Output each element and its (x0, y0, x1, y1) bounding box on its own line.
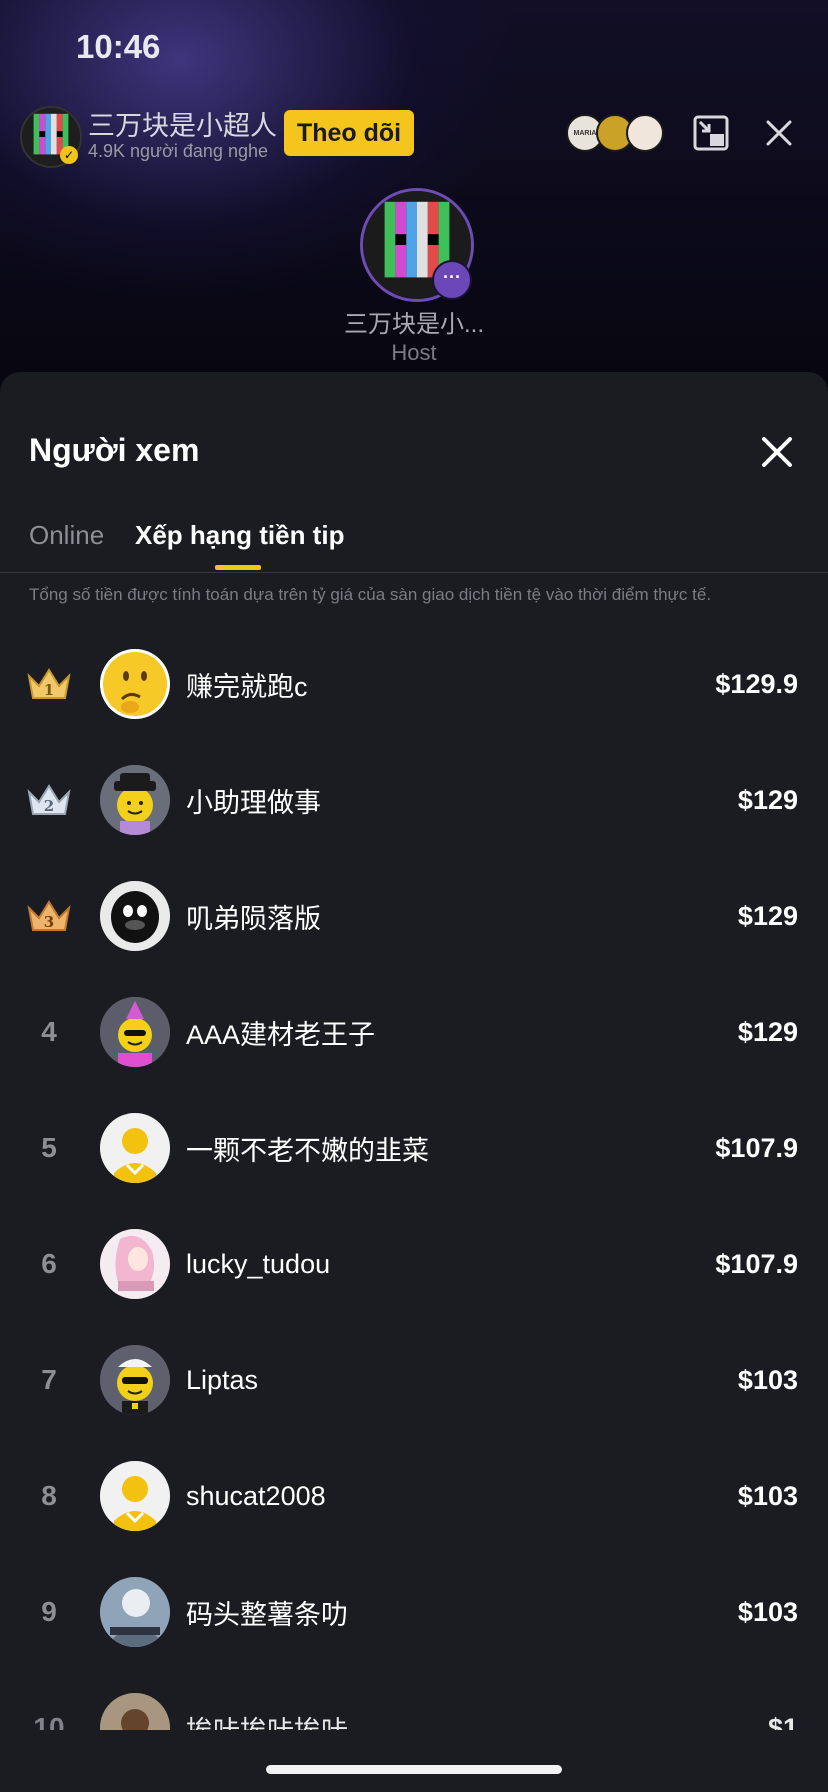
silver-crown-icon: 2 (27, 784, 71, 815)
tip-amount: $107.9 (715, 1248, 798, 1279)
user-avatar (100, 997, 170, 1067)
listener-count: 4.9K người đang nghe (88, 141, 268, 161)
ranking-note: Tổng số tiền được tính toán dựa trên tỷ … (29, 585, 712, 604)
ranking-row[interactable]: 9 码头整薯条叻 $103 (0, 1554, 828, 1670)
close-icon[interactable] (757, 432, 797, 472)
sunglasses-smiley-icon (100, 1345, 170, 1415)
gold-crown-icon: 1 (27, 668, 71, 699)
rank-number: 7 (41, 1364, 57, 1395)
tip-amount: $129 (737, 1016, 798, 1047)
follow-button[interactable]: Theo dõi (284, 110, 414, 156)
default-avatar-icon (100, 1461, 170, 1531)
host-name[interactable]: 三万块是小超人 (88, 104, 277, 143)
hat-smiley-icon (100, 765, 170, 835)
rank-crown: 3 (20, 858, 78, 974)
user-name: shucat2008 (186, 1480, 326, 1511)
rank-number: 4 (41, 1016, 57, 1047)
home-indicator[interactable] (266, 1765, 562, 1774)
rank-number: 10 (33, 1712, 65, 1730)
ranking-row[interactable]: 2 小助理做事 $129 (0, 742, 828, 858)
bronze-crown-icon: 3 (27, 900, 71, 931)
tip-amount: $103 (737, 1364, 798, 1395)
ranking-row[interactable]: 1 赚完就跑c $129.9 (0, 626, 828, 742)
tab-online[interactable]: Online (29, 520, 104, 551)
ranking-row[interactable]: 10 挨咔挨咔挨咔 $1 (0, 1670, 828, 1730)
default-avatar-icon (100, 1113, 170, 1183)
minimize-icon[interactable] (692, 114, 730, 152)
viewer-avatar (626, 114, 664, 152)
tip-amount: $129 (737, 900, 798, 931)
user-name: 小助理做事 (186, 787, 321, 818)
rank-crown: 1 (20, 626, 78, 742)
tab-tip-ranking[interactable]: Xếp hạng tiền tip (135, 520, 344, 551)
user-name: 叽弟陨落版 (186, 903, 321, 934)
user-avatar (100, 765, 170, 835)
user-name: 挨咔挨咔挨咔 (186, 1670, 348, 1731)
more-options-badge[interactable]: ··· (432, 260, 472, 300)
active-tab-indicator (215, 565, 261, 570)
user-avatar (100, 1693, 170, 1730)
user-avatar (100, 881, 170, 951)
ranking-row[interactable]: 3 叽弟陨落版 $129 (0, 858, 828, 974)
thinking-emoji-icon (100, 649, 170, 719)
rank-number: 6 (41, 1248, 57, 1279)
user-avatar (100, 1461, 170, 1531)
live-room-backdrop: 10:46 ✓ 三万块是小超人 4.9K người đang nghe The… (0, 0, 828, 400)
rank-number: 8 (41, 1480, 57, 1511)
rank-number: 5 (41, 1132, 57, 1163)
user-avatar (100, 1113, 170, 1183)
ranking-row[interactable]: 8 shucat2008 $103 (0, 1438, 828, 1554)
sheet-title: Người xem (29, 432, 200, 468)
top-viewers[interactable]: MARIA (566, 114, 666, 152)
anime-girl-icon (100, 1229, 170, 1299)
user-avatar (100, 1345, 170, 1415)
stage-host-name: 三万块是小... (343, 311, 484, 338)
rank-crown: 2 (20, 742, 78, 858)
tabs-divider (0, 572, 828, 573)
tip-amount: $103 (737, 1596, 798, 1627)
tip-amount: $129 (737, 784, 798, 815)
viewers-sheet: Người xem Online Xếp hạng tiền tip Tổng … (0, 372, 828, 1792)
ranking-row[interactable]: 4 AAA建材老王子 $129 (0, 974, 828, 1090)
user-avatar (100, 649, 170, 719)
ranking-row[interactable]: 6 lucky_tudou $107.9 (0, 1206, 828, 1322)
user-name: 码头整薯条叻 (186, 1599, 348, 1630)
user-name: lucky_tudou (186, 1248, 331, 1279)
user-name: AAA建材老王子 (186, 1019, 376, 1050)
tip-amount: $129.9 (715, 668, 798, 699)
photo-avatar-icon (100, 1577, 170, 1647)
svg-text:3: 3 (44, 913, 54, 931)
ranking-list: 1 赚完就跑c $129.9 2 小助理做事 $129 3 叽弟陨落版 $129… (0, 626, 828, 1730)
photo-avatar-icon (100, 1693, 170, 1730)
close-room-icon[interactable] (760, 114, 798, 152)
rank-number: 9 (41, 1596, 57, 1627)
svg-text:2: 2 (44, 797, 54, 815)
svg-text:1: 1 (44, 681, 54, 699)
user-name: 一颗不老不嫩的韭菜 (186, 1135, 429, 1166)
user-name: 赚完就跑c (186, 671, 308, 702)
verified-badge-icon: ✓ (60, 146, 78, 164)
party-hat-smiley-icon (100, 997, 170, 1067)
penguin-icon (100, 881, 170, 951)
stage-host-role: Host (391, 340, 437, 365)
user-avatar (100, 1229, 170, 1299)
ranking-row[interactable]: 5 一颗不老不嫩的韭菜 $107.9 (0, 1090, 828, 1206)
tip-amount: $1 (767, 1712, 798, 1731)
tip-amount: $103 (737, 1480, 798, 1511)
user-name: Liptas (186, 1364, 259, 1395)
ranking-row[interactable]: 7 Liptas $103 (0, 1322, 828, 1438)
user-avatar (100, 1577, 170, 1647)
tip-amount: $107.9 (715, 1132, 798, 1163)
status-time: 10:46 (76, 28, 161, 65)
